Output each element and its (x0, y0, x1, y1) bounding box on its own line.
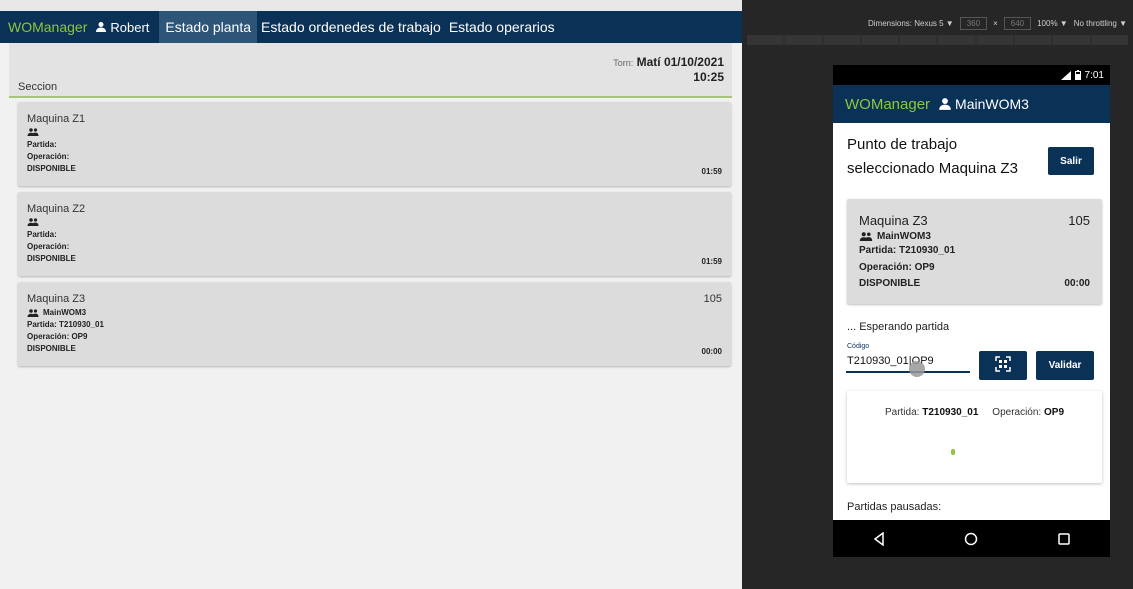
group-icon (27, 128, 39, 136)
salir-button[interactable]: Salir (1048, 147, 1094, 175)
loading-indicator (951, 449, 955, 455)
android-status-bar: 7:01 (833, 65, 1110, 85)
card-machine-name: Maquina Z3 (859, 213, 928, 228)
machine-time: 01:59 (701, 167, 722, 176)
machine-operacion: Operación: (27, 152, 70, 161)
tab-estado-ordenes[interactable]: Estado ordenedes de trabajo (257, 11, 445, 43)
person-icon (96, 22, 107, 32)
media-query-bar[interactable] (747, 35, 1128, 45)
shift-prefix: Torn: (613, 58, 634, 68)
machine-operator: MainWOM3 (43, 308, 87, 317)
tab-estado-planta[interactable]: Estado planta (159, 11, 258, 43)
group-icon (27, 308, 39, 317)
workstation-title: Punto de trabajo seleccionado Maquina Z3 (847, 136, 1018, 177)
info-operacion-value: OP9 (1044, 407, 1065, 418)
section-label: Seccion (18, 81, 58, 93)
plant-header: Torn: Matí 01/10/2021 10:25 Seccion (9, 43, 732, 98)
shift-info: Torn: Matí 01/10/2021 10:25 (613, 55, 724, 84)
shift-date: 01/10/2021 (663, 55, 724, 69)
status-clock: 7:01 (1084, 69, 1104, 81)
qr-scan-icon (995, 356, 1011, 372)
phone-user[interactable]: MainWOM3 (938, 96, 1029, 112)
user-name: Robert (110, 19, 150, 35)
signal-icon (1060, 70, 1071, 80)
machine-name: Maquina Z3 (27, 293, 86, 305)
scan-button[interactable] (979, 351, 1027, 380)
paused-label: Partidas pausadas: (847, 501, 942, 513)
group-icon (859, 232, 873, 241)
device-height-input[interactable]: 640 (1003, 16, 1032, 30)
machine-name: Maquina Z2 (27, 203, 86, 215)
waiting-text: ... Esperando partida (847, 321, 950, 333)
card-status: DISPONIBLE (859, 278, 921, 289)
device-toolbar: Dimensions: Nexus 5 ▼ 360 × 640 100% ▼ N… (742, 12, 1133, 34)
tab-estado-operarios[interactable]: Estado operarios (445, 11, 559, 43)
home-icon[interactable] (964, 532, 978, 546)
top-navbar: WOManager Robert Estado planta Estado or… (0, 11, 742, 43)
shift-time: 10:25 (693, 70, 724, 84)
card-operator: MainWOM3 (877, 231, 931, 242)
selected-machine-card: Maquina Z3 105 MainWOM3 Partida: T210930… (847, 199, 1102, 304)
person-icon (939, 98, 951, 110)
back-icon[interactable] (872, 531, 886, 546)
code-label: Código (847, 343, 870, 350)
machine-card-z3[interactable]: Maquina Z3 105 MainWOM3 Partida: T210930… (18, 282, 731, 366)
app-brand[interactable]: WOManager (0, 11, 95, 43)
android-navbar (833, 520, 1110, 557)
info-partida-value: T210930_01 (922, 407, 979, 418)
machine-name: Maquina Z1 (27, 113, 86, 125)
machine-partida: Partida: (27, 140, 57, 149)
phone-emulator: 7:01 WOManager MainWOM3 Punto de trabajo… (833, 65, 1110, 557)
machine-card-z2[interactable]: Maquina Z2 Partida: Operación: DISPONIBL… (18, 192, 731, 276)
card-partida: Partida: T210930_01 (859, 245, 956, 256)
machine-time: 01:59 (701, 257, 722, 266)
recent-apps-icon[interactable] (1057, 532, 1071, 546)
phone-appbar: WOManager MainWOM3 (833, 85, 1110, 123)
throttle-select[interactable]: No throttling ▼ (1074, 19, 1127, 28)
machine-card-z1[interactable]: Maquina Z1 Partida: Operación: DISPONIBL… (18, 102, 731, 186)
card-count: 105 (1068, 213, 1090, 228)
dimension-separator: × (993, 18, 998, 28)
machine-count: 105 (703, 293, 722, 305)
machine-operacion: Operación: OP9 (27, 332, 88, 341)
machine-time: 00:00 (701, 347, 722, 356)
machine-status: DISPONIBLE (27, 254, 76, 263)
battery-icon (1074, 70, 1081, 80)
phone-user-name: MainWOM3 (955, 96, 1029, 112)
info-partida-label: Partida: (884, 407, 920, 418)
card-operacion: Operación: OP9 (859, 262, 935, 273)
zoom-select[interactable]: 100% ▼ (1037, 19, 1068, 28)
shift-name: Matí (636, 55, 661, 69)
device-select[interactable]: Dimensions: Nexus 5 ▼ (868, 19, 954, 28)
machine-partida: Partida: (27, 230, 57, 239)
user-menu[interactable]: Robert (95, 11, 159, 43)
group-icon (27, 218, 39, 226)
info-operacion-label: Operación: (992, 407, 1042, 418)
touch-cursor (909, 361, 925, 377)
card-time: 00:00 (1064, 278, 1090, 289)
device-width-input[interactable]: 360 (959, 16, 988, 30)
browser-strip (0, 0, 742, 11)
machine-partida: Partida: T210930_01 (27, 320, 104, 329)
desktop-app: WOManager Robert Estado planta Estado or… (0, 0, 742, 589)
machine-status: DISPONIBLE (27, 164, 76, 173)
code-input[interactable] (846, 351, 970, 373)
machine-status: DISPONIBLE (27, 344, 76, 353)
partida-info-card: Partida: T210930_01 Operación: OP9 (847, 391, 1102, 483)
phone-brand[interactable]: WOManager (845, 96, 930, 113)
validar-button[interactable]: Validar (1036, 351, 1094, 380)
machine-operacion: Operación: (27, 242, 70, 251)
